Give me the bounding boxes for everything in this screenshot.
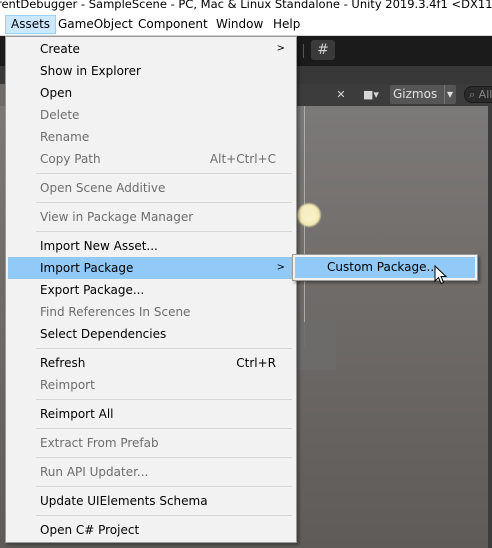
menu-item-label: Run API Updater... (40, 465, 149, 479)
menu-item-import-package[interactable]: Import Package > (8, 257, 294, 279)
menu-item-custom-package[interactable]: Custom Package... (295, 257, 475, 278)
menu-item-label: Select Dependencies (40, 327, 167, 341)
menu-item-refresh[interactable]: Refresh Ctrl+R (8, 352, 294, 374)
menu-item-rename: Rename (8, 126, 294, 148)
menu-separator (36, 202, 292, 203)
search-field[interactable]: ⌕ All (464, 86, 492, 103)
menu-item-label: Delete (40, 108, 80, 122)
window-title-bar: rentDebugger - SampleScene - PC, Mac & L… (0, 0, 492, 14)
menu-item-label: Import Package (40, 261, 134, 275)
gizmos-label: Gizmos (393, 87, 438, 101)
menu-item-shortcut: Alt+Ctrl+C (209, 152, 276, 166)
menu-item-label: Refresh (40, 356, 86, 370)
gizmos-dropdown[interactable]: Gizmos ▾ (390, 85, 456, 104)
scene-cube[interactable] (298, 322, 336, 370)
menu-help[interactable]: Help (268, 15, 305, 34)
menu-item-select-dependencies[interactable]: Select Dependencies (8, 323, 294, 345)
window-title: rentDebugger - SampleScene - PC, Mac & L… (0, 0, 492, 11)
menu-separator (36, 231, 292, 232)
menu-item-extract-from-prefab: Extract From Prefab (8, 432, 294, 454)
directional-light-icon[interactable]: ✺ (296, 202, 322, 228)
menu-item-reimport: Reimport (8, 374, 294, 396)
menu-item-find-references: Find References In Scene (8, 301, 294, 323)
menu-separator (36, 515, 292, 516)
menu-item-label: Open (40, 86, 73, 100)
menu-item-label: Find References In Scene (40, 305, 191, 319)
search-placeholder: All (478, 88, 492, 101)
menu-item-label: Reimport (40, 378, 95, 392)
menu-item-label: Create (40, 42, 80, 56)
toolbar-divider (303, 44, 304, 58)
menu-item-delete: Delete (8, 104, 294, 126)
scene-view-edge (488, 106, 492, 548)
menu-item-label: Custom Package... (327, 260, 438, 274)
tools-icon[interactable]: ✕ (331, 85, 351, 104)
menu-item-open[interactable]: Open (8, 82, 294, 104)
menu-item-shortcut: Ctrl+R (236, 356, 276, 370)
menu-item-update-uielements-schema[interactable]: Update UIElements Schema (8, 490, 294, 512)
menu-item-import-new-asset[interactable]: Import New Asset... (8, 235, 294, 257)
menu-separator (36, 428, 292, 429)
menu-separator (36, 457, 292, 458)
chevron-down-icon: ▾ (443, 85, 453, 104)
import-package-submenu: Custom Package... (292, 254, 478, 281)
menu-item-label: Reimport All (40, 407, 114, 421)
menu-item-export-package[interactable]: Export Package... (8, 279, 294, 301)
menu-separator (36, 173, 292, 174)
menu-item-show-in-explorer[interactable]: Show in Explorer (8, 60, 294, 82)
search-icon: ⌕ (469, 88, 476, 101)
mouse-cursor-icon (434, 265, 448, 285)
menu-item-label: View in Package Manager (40, 210, 194, 224)
camera-dropdown-icon[interactable]: ■▾ (356, 85, 386, 104)
menu-item-view-in-package-manager: View in Package Manager (8, 206, 294, 228)
menu-item-label: Import New Asset... (40, 239, 158, 253)
menu-window[interactable]: Window (211, 15, 268, 34)
menu-item-label: Open C# Project (40, 523, 140, 537)
menu-item-create[interactable]: Create > (8, 38, 294, 60)
menu-item-reimport-all[interactable]: Reimport All (8, 403, 294, 425)
menu-separator (36, 399, 292, 400)
menu-item-open-csharp-project[interactable]: Open C# Project (8, 519, 294, 541)
menu-item-label: Update UIElements Schema (40, 494, 208, 508)
menu-separator (36, 348, 292, 349)
menu-separator (36, 486, 292, 487)
submenu-arrow-icon: > (276, 262, 285, 273)
menu-bar: Assets GameObject Component Window Help (0, 14, 492, 36)
menu-item-label: Extract From Prefab (40, 436, 159, 450)
submenu-arrow-icon: > (276, 43, 285, 54)
menu-component[interactable]: Component (133, 15, 213, 34)
menu-item-copy-path: Copy Path Alt+Ctrl+C (8, 148, 294, 170)
menu-item-label: Copy Path (40, 152, 101, 166)
menu-item-label: Export Package... (40, 283, 145, 297)
menu-item-open-scene-additive: Open Scene Additive (8, 177, 294, 199)
menu-item-label: Open Scene Additive (40, 181, 166, 195)
menu-assets[interactable]: Assets (5, 15, 57, 34)
menu-gameobject[interactable]: GameObject (53, 15, 138, 34)
menu-item-label: Rename (40, 130, 90, 144)
menu-item-label: Show in Explorer (40, 64, 141, 78)
grid-snap-icon[interactable]: # (311, 40, 335, 60)
menu-item-run-api-updater: Run API Updater... (8, 461, 294, 483)
assets-dropdown-menu: Create > Show in Explorer Open Delete Re… (5, 36, 297, 543)
